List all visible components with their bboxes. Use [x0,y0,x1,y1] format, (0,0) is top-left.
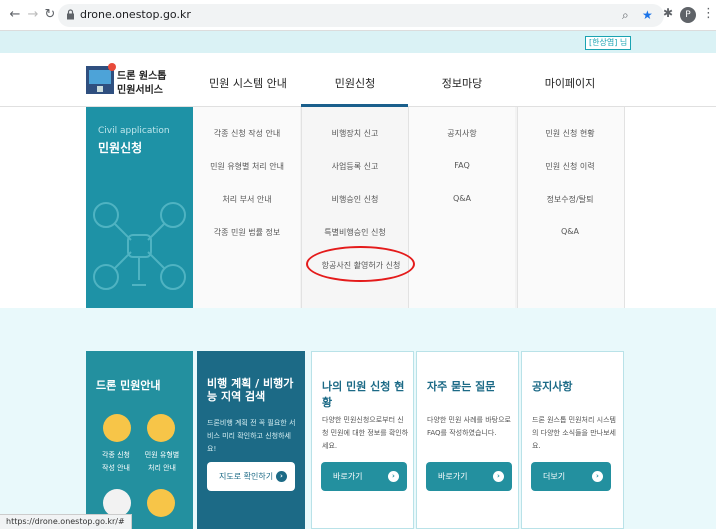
divider [301,107,302,308]
menu-item-business-report[interactable]: 사업등록 신고 [332,161,379,172]
menu-item-edit-account[interactable]: 정보수정/탈퇴 [547,194,594,205]
zoom-icon[interactable]: ⌕ [622,8,629,23]
button-label: 바로가기 [333,472,363,481]
site-header: 드론 원스톱 민원서비스 민원 시스템 안내 민원신청 정보마당 마이페이지 [0,53,716,107]
menu-item-dept-guide[interactable]: 처리 부서 안내 [222,194,271,205]
forward-icon[interactable]: → [24,6,42,24]
logo-icon[interactable] [86,63,116,94]
card-faq: 자주 묻는 질문 다양한 민원 사례를 바탕으로 FAQ를 작성하였습니다. [416,351,519,529]
gnb-application[interactable]: 민원신청 [335,75,375,91]
bookmark-star-icon[interactable]: ★ [642,8,653,22]
arrow-right-icon: › [592,471,603,482]
gnb-mypage[interactable]: 마이페이지 [545,75,596,91]
status-go-button[interactable]: 바로가기 › [321,462,407,491]
card-civil-guide: 드론 민원안내 각종 신청 작성 안내 민원 유형별 처리 안내 [86,351,193,529]
notice-more-button[interactable]: 더보기 › [531,462,611,491]
map-button[interactable]: 지도로 확인하기 › [207,462,295,491]
mega-title-en: Civil application [98,126,170,136]
megaphone-icon[interactable] [147,414,175,442]
card-title: 공지사항 [532,380,573,393]
menu-item-app-status[interactable]: 민원 신청 현황 [545,128,594,139]
logo-text-line2[interactable]: 민원서비스 [117,81,163,96]
lock-icon [67,9,74,20]
books-icon[interactable] [147,489,175,517]
reload-icon[interactable]: ↻ [41,6,59,24]
divider [408,107,409,308]
card-my-status: 나의 민원 신청 현황 다양한 민원신청으로부터 신청 민원에 대한 정보를 확… [311,351,414,529]
button-label: 지도로 확인하기 [219,472,274,481]
card-desc: 드론비행 계획 전 꼭 필요한 서비스 미리 확인하고 신청하세요! [207,419,296,453]
highlight-ellipse [306,246,415,282]
pencil-icon[interactable] [103,414,131,442]
menu-item-app-history[interactable]: 민원 신청 이력 [545,161,594,172]
menu-item-qna[interactable]: Q&A [453,194,471,203]
faq-go-button[interactable]: 바로가기 › [426,462,512,491]
guide-item-label[interactable]: 민원 유형별 처리 안내 [140,449,184,475]
divider [517,107,518,308]
card-desc: 드론 원스톱 민원처리 시스템의 다양한 소식들을 만나보세요. [532,416,616,450]
back-icon[interactable]: ← [6,6,24,24]
button-label: 더보기 [543,472,566,481]
gnb-system-guide[interactable]: 민원 시스템 안내 [209,75,287,91]
profile-avatar[interactable]: P [680,7,696,23]
card-title: 비행 계획 / 비행가능 지역 검색 [207,377,294,403]
gnb-info[interactable]: 정보마당 [442,75,482,91]
menu-item-faq[interactable]: FAQ [454,161,470,170]
card-flight-map: 비행 계획 / 비행가능 지역 검색 드론비행 계획 전 꼭 필요한 서비스 미… [197,351,305,529]
browser-toolbar: ← → ↻ drone.onestop.go.kr ⌕ ★ ✱ P ⋮ [0,0,716,31]
menu-item-form-guide[interactable]: 각종 신청 작성 안내 [214,128,281,139]
folder-icon[interactable] [103,489,131,517]
menu-item-notice[interactable]: 공지사항 [447,128,476,139]
url-text: drone.onestop.go.kr [80,8,191,21]
card-title: 나의 민원 신청 현황 [322,380,405,409]
menu-item-device-report[interactable]: 비행장치 신고 [332,128,379,139]
logo-text-line1[interactable]: 드론 원스톱 [117,67,166,82]
arrow-right-icon: › [276,471,287,482]
button-label: 바로가기 [438,472,468,481]
menu-item-special-flight[interactable]: 특별비행승인 신청 [324,227,385,238]
card-notice: 공지사항 드론 원스톱 민원처리 시스템의 다양한 소식들을 만나보세요. [521,351,624,529]
menu-kebab-icon[interactable]: ⋮ [702,6,715,21]
menu-item-type-guide[interactable]: 민원 유형별 처리 안내 [210,161,284,172]
card-desc: 다양한 민원 사례를 바탕으로 FAQ를 작성하였습니다. [427,416,511,437]
card-title: 자주 묻는 질문 [427,380,496,393]
address-bar[interactable]: drone.onestop.go.kr ⌕ ★ [58,4,664,27]
extensions-icon[interactable]: ✱ [663,6,673,20]
menu-item-law-info[interactable]: 각종 민원 법률 정보 [214,227,281,238]
card-desc: 다양한 민원신청으로부터 신청 민원에 대한 정보를 확인하세요. [322,416,409,450]
drone-illustration-icon [93,202,186,290]
arrow-right-icon: › [493,471,504,482]
guide-item-label[interactable]: 각종 신청 작성 안내 [96,449,136,475]
mega-title-ko: 민원신청 [98,141,143,155]
browser-status-url: https://drone.onestop.go.kr/# [0,514,132,529]
menu-item-my-qna[interactable]: Q&A [561,227,579,236]
divider [624,107,625,308]
user-name-badge[interactable]: [한상엽] 님 [585,36,632,50]
menu-item-flight-approval[interactable]: 비행승인 신청 [332,194,379,205]
arrow-right-icon: › [388,471,399,482]
card-title: 드론 민원안내 [96,379,161,392]
